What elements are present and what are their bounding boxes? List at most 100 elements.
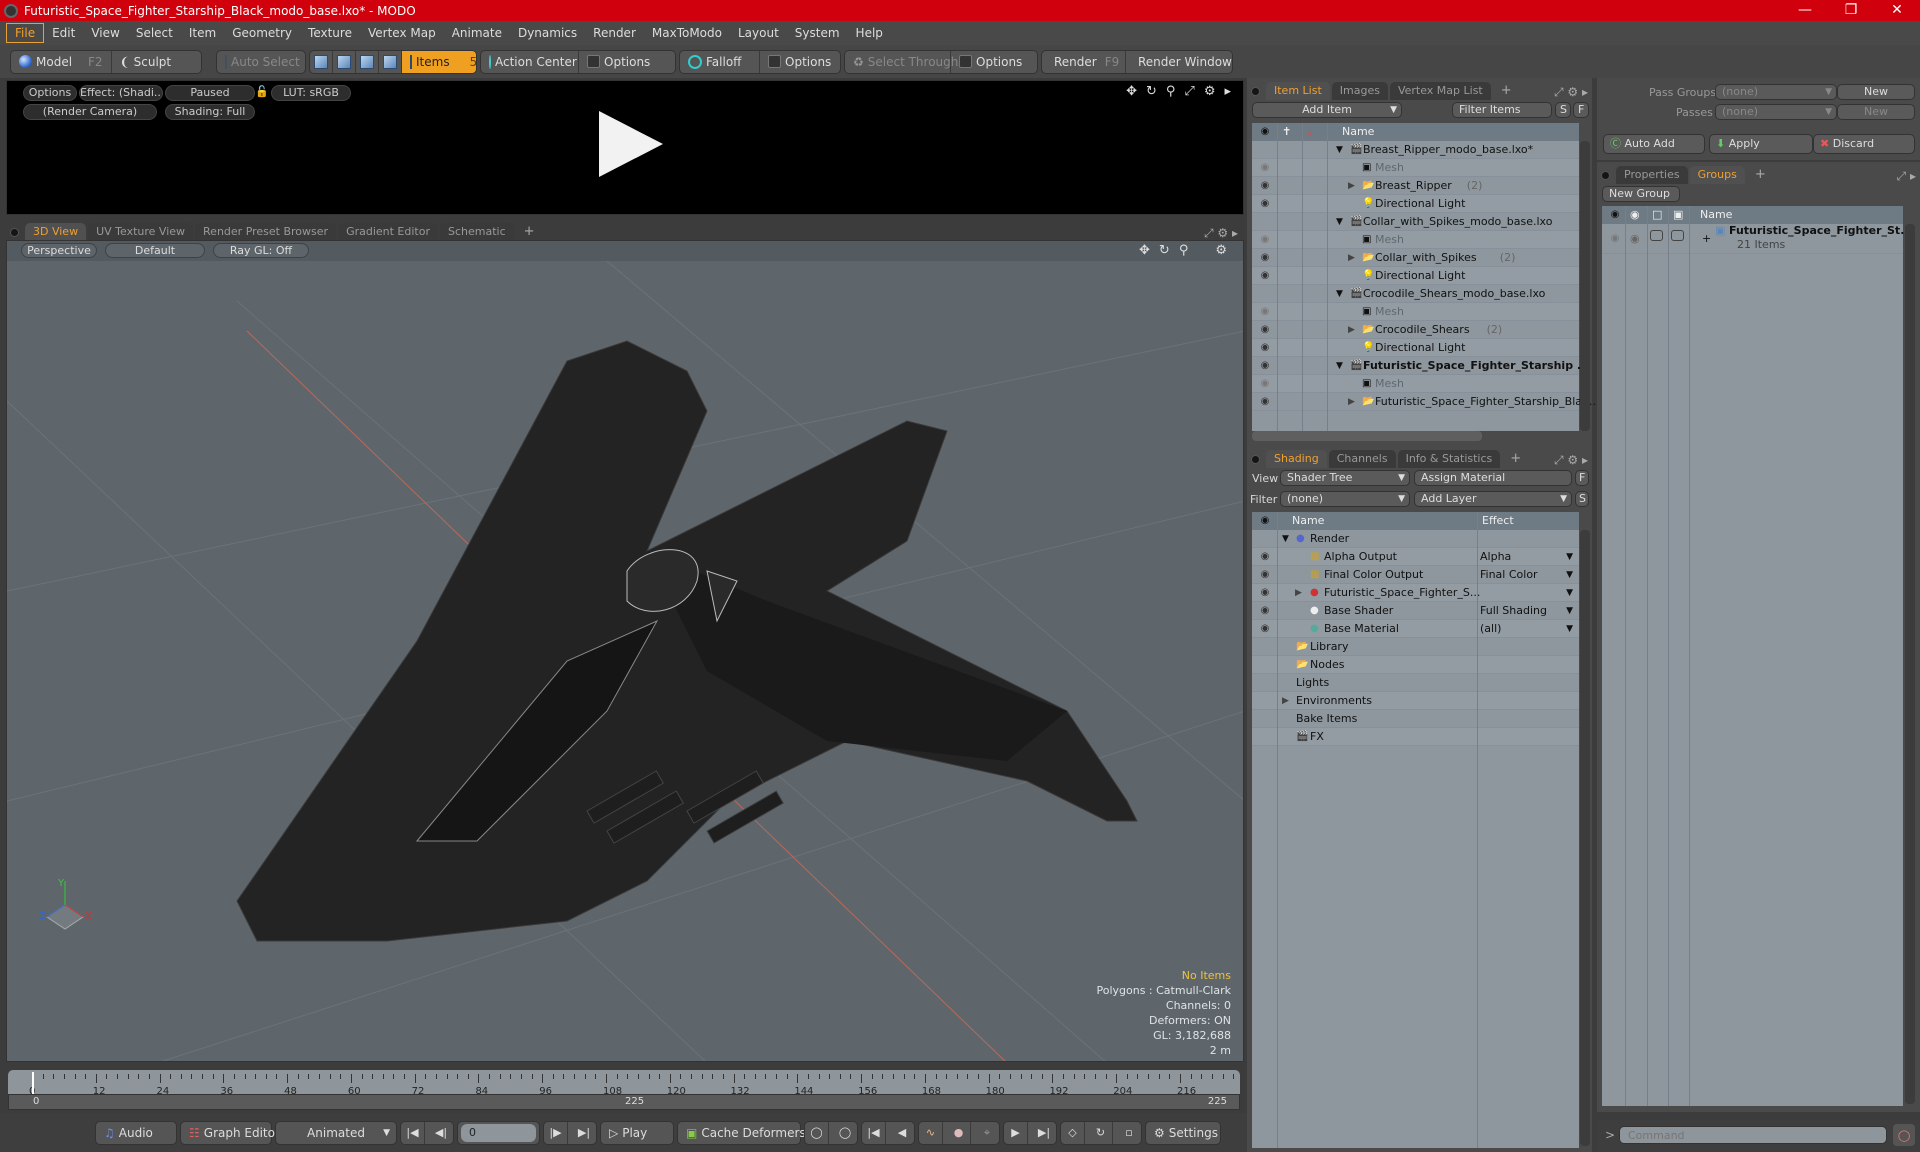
play-button[interactable]: ▷ Play xyxy=(600,1120,674,1145)
collapse-arrow-icon[interactable]: ▼ xyxy=(1336,285,1343,303)
rotate-icon[interactable]: ↻ xyxy=(1159,243,1170,258)
lock-column-icon[interactable]: □ xyxy=(1652,206,1662,224)
visibility-icon[interactable]: ◉ xyxy=(1258,267,1272,285)
name-column-header[interactable]: Name xyxy=(1292,512,1324,530)
menu-select[interactable]: Select xyxy=(128,24,181,42)
visibility-icon[interactable]: ◉ xyxy=(1258,375,1272,393)
shading-dropdown[interactable]: Shading: Full xyxy=(165,104,255,120)
visibility-icon[interactable]: ◉ xyxy=(1258,321,1272,339)
render-button[interactable]: Render F9 xyxy=(1042,50,1126,73)
polygons-mode-button[interactable] xyxy=(356,50,379,73)
chevron-down-icon[interactable]: ▼ xyxy=(1566,566,1573,584)
expand-arrow-icon[interactable]: ▶ xyxy=(1348,249,1355,267)
visibility-icon[interactable]: ◉ xyxy=(1258,393,1272,411)
add-tab-button[interactable]: + xyxy=(1493,82,1520,100)
zoom-icon[interactable]: ⚲ xyxy=(1166,84,1176,99)
visibility-icon[interactable]: ◉ xyxy=(1258,584,1272,602)
timeline-range-bar[interactable]: 0 225 225 xyxy=(8,1094,1240,1110)
menu-maxtomodo[interactable]: MaxToModo xyxy=(644,24,730,42)
tab-info-statistics[interactable]: Info & Statistics xyxy=(1397,450,1501,468)
tab-groups[interactable]: Groups xyxy=(1689,166,1745,184)
visibility-icon[interactable]: ◉ xyxy=(1258,339,1272,357)
name-column-header[interactable]: Name xyxy=(1342,123,1374,141)
item-list-v-scrollbar[interactable] xyxy=(1580,141,1590,431)
s-button[interactable]: S xyxy=(1575,491,1589,507)
lut-dropdown[interactable]: LUT: sRGB xyxy=(271,85,351,101)
first-frame-button[interactable]: |◀ xyxy=(401,1121,425,1144)
discard-button[interactable]: ✖ Discard xyxy=(1813,134,1915,154)
shader-row[interactable]: ◉ ▦ Final Color Output Final Color ▼ xyxy=(1252,566,1579,584)
rotate-icon[interactable]: ↻ xyxy=(1146,84,1157,99)
filter-dropdown[interactable]: (none) ▼ xyxy=(1280,491,1410,507)
expand-arrow-icon[interactable]: ▶ xyxy=(1348,393,1355,411)
prev-keyframe-icon[interactable]: |◀ xyxy=(862,1121,886,1144)
visibility-column-icon[interactable]: ◉ xyxy=(1258,512,1272,530)
graph-editor-button[interactable]: ☷ Graph Editor xyxy=(180,1120,280,1145)
key-down-icon[interactable]: ◯ xyxy=(833,1122,857,1144)
tab-schematic[interactable]: Schematic xyxy=(440,223,514,241)
collapse-arrow-icon[interactable]: ▼ xyxy=(1336,141,1343,159)
render-camera-dropdown[interactable]: (Render Camera) xyxy=(23,104,157,120)
maximize-icon[interactable]: ⤢ xyxy=(1184,84,1194,99)
loop-icon[interactable]: ↻ xyxy=(1089,1121,1113,1144)
restore-button[interactable]: ❐ xyxy=(1828,0,1874,21)
shader-row[interactable]: ▶ Environments xyxy=(1252,692,1579,710)
lock-icon[interactable]: 🔓 xyxy=(255,85,269,98)
shader-row[interactable]: ◉ ▦ Alpha Output Alpha ▼ xyxy=(1252,548,1579,566)
gear-icon[interactable]: ⚙ xyxy=(1567,453,1578,467)
collapse-arrow-icon[interactable]: ▼ xyxy=(1336,357,1343,375)
menu-render[interactable]: Render xyxy=(585,24,644,42)
current-frame-input[interactable]: 0 xyxy=(461,1123,536,1142)
3d-viewport[interactable]: Perspective Default Ray GL: Off ✥ ↻ ⚲ ⚙ … xyxy=(6,240,1244,1062)
render-column-icon[interactable]: ◉ xyxy=(1630,206,1640,224)
filter-items-input[interactable]: Filter Items xyxy=(1452,102,1552,118)
expand-arrow-icon[interactable]: ▶ xyxy=(1348,177,1355,195)
chevron-down-icon[interactable]: ▼ xyxy=(1566,602,1573,620)
menu-view[interactable]: View xyxy=(83,24,127,42)
maximize-icon[interactable]: ⤢ xyxy=(1204,226,1214,240)
visibility-icon[interactable]: ◉ xyxy=(1258,620,1272,638)
chevron-down-icon[interactable]: ▼ xyxy=(1566,620,1573,638)
animated-dropdown[interactable]: Animated ▼ xyxy=(275,1120,397,1145)
add-tab-button[interactable]: + xyxy=(516,223,543,241)
passes-dropdown[interactable]: (none) ▼ xyxy=(1715,104,1837,120)
s-button[interactable]: S xyxy=(1555,102,1571,118)
visibility-icon[interactable]: ◉ xyxy=(1258,195,1272,213)
next-keyframe-icon[interactable]: ▶| xyxy=(1032,1122,1056,1144)
gear-icon[interactable]: ⚙ xyxy=(1204,84,1216,99)
gear-icon[interactable]: ⚙ xyxy=(1567,85,1578,99)
materials-mode-button[interactable] xyxy=(379,50,402,73)
visibility-icon[interactable]: ◉ xyxy=(1258,566,1272,584)
select-column-icon[interactable]: ▣ xyxy=(1673,206,1683,224)
raygl-toggle[interactable]: Ray GL: Off xyxy=(213,243,309,258)
effect-dropdown[interactable]: Effect: (Shadi... xyxy=(79,85,163,101)
menu-vertex-map[interactable]: Vertex Map xyxy=(360,24,444,42)
effect-dropdown[interactable]: (all) xyxy=(1480,620,1501,638)
shader-row[interactable]: 🎬 FX xyxy=(1252,728,1579,746)
auto-key-icon[interactable]: ∿ xyxy=(919,1121,943,1144)
visibility-icon[interactable]: ◉ xyxy=(1258,602,1272,620)
menu-dynamics[interactable]: Dynamics xyxy=(510,24,585,42)
add-layer-dropdown[interactable]: Add Layer ▼ xyxy=(1414,491,1572,507)
sculpt-mode-button[interactable]: ❨ Sculpt xyxy=(112,51,201,73)
select-toggle[interactable] xyxy=(1671,230,1684,241)
add-item-dropdown[interactable]: Add Item ▼ xyxy=(1252,102,1402,118)
key-channels-icon[interactable]: ⌖ xyxy=(975,1122,999,1144)
visibility-icon[interactable]: ◉ xyxy=(1258,231,1272,249)
shader-row[interactable]: ◉ ● Base Material (all) ▼ xyxy=(1252,620,1579,638)
play-preview-icon[interactable] xyxy=(599,111,663,177)
command-input[interactable] xyxy=(1619,1126,1887,1144)
shader-row[interactable]: 📂 Library xyxy=(1252,638,1579,656)
shader-row[interactable]: Bake Items xyxy=(1252,710,1579,728)
gear-icon[interactable]: ⚙ xyxy=(1215,243,1227,258)
select-through-options-button[interactable]: Options xyxy=(951,51,1037,73)
tab-uv-texture-view[interactable]: UV Texture View xyxy=(88,223,194,241)
last-frame-button[interactable]: ▶| xyxy=(572,1122,596,1144)
menu-geometry[interactable]: Geometry xyxy=(224,24,300,42)
menu-edit[interactable]: Edit xyxy=(44,24,83,42)
tab-render-preset-browser[interactable]: Render Preset Browser xyxy=(195,223,337,241)
new-group-button[interactable]: New Group xyxy=(1602,186,1680,202)
step-forward-icon[interactable]: ▶ xyxy=(1004,1121,1028,1144)
visibility-icon[interactable]: ◉ xyxy=(1258,303,1272,321)
visibility-column-icon[interactable]: ◉ xyxy=(1608,206,1622,224)
